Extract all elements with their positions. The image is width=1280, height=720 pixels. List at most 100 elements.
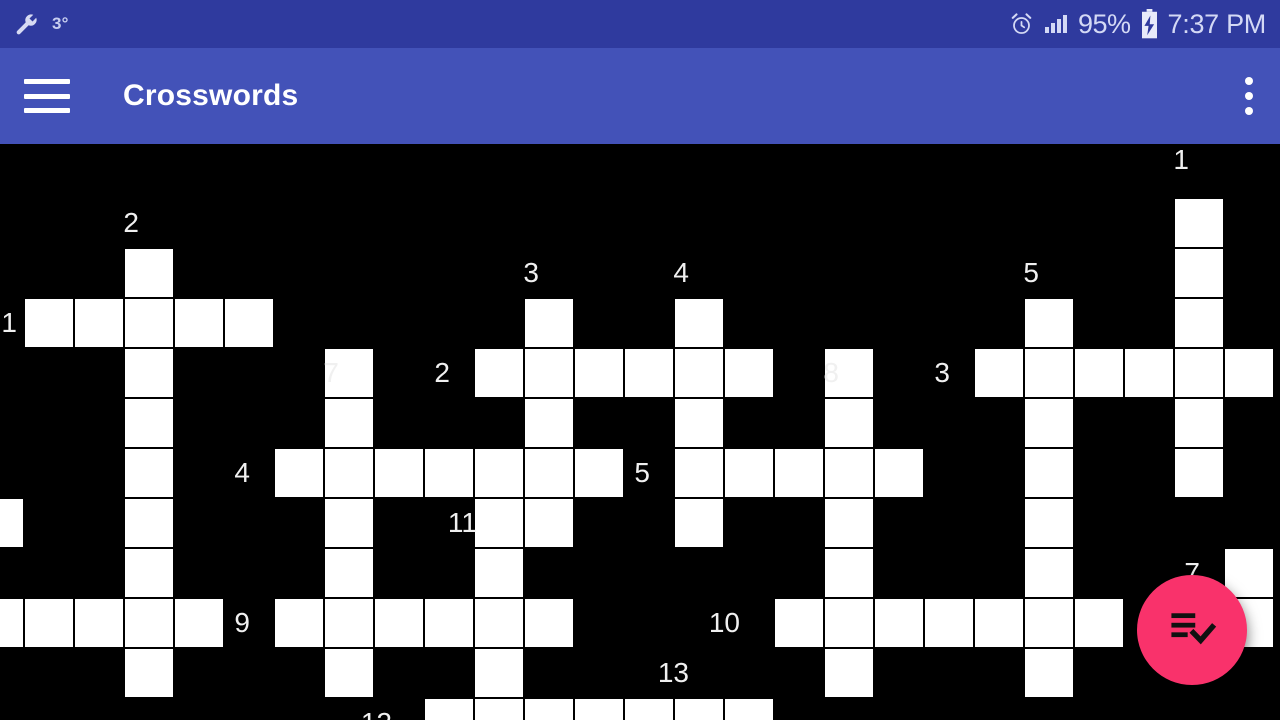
grid-cell[interactable] xyxy=(1174,298,1224,348)
grid-cell[interactable] xyxy=(0,598,24,648)
grid-cell[interactable] xyxy=(824,448,874,498)
grid-cell[interactable] xyxy=(674,398,724,448)
grid-cell[interactable] xyxy=(824,648,874,698)
page-title: Crosswords xyxy=(123,79,299,112)
check-puzzle-fab[interactable] xyxy=(1137,575,1247,685)
grid-cell[interactable] xyxy=(1024,298,1074,348)
grid-cell[interactable] xyxy=(324,448,374,498)
grid-cell[interactable] xyxy=(474,598,524,648)
grid-cell[interactable] xyxy=(524,698,574,720)
grid-cell[interactable] xyxy=(324,548,374,598)
grid-cell[interactable] xyxy=(524,598,574,648)
grid-cell[interactable] xyxy=(24,298,74,348)
grid-cell[interactable] xyxy=(124,448,174,498)
grid-cell[interactable] xyxy=(474,498,524,548)
grid-cell[interactable] xyxy=(524,348,574,398)
grid-cell[interactable] xyxy=(124,298,174,348)
grid-cell[interactable] xyxy=(374,598,424,648)
grid-cell[interactable] xyxy=(1074,598,1124,648)
battery-percent-text: 95% xyxy=(1078,8,1131,39)
grid-cell[interactable] xyxy=(574,348,624,398)
grid-cell[interactable] xyxy=(374,448,424,498)
grid-cell[interactable] xyxy=(674,698,724,720)
grid-cell[interactable] xyxy=(124,498,174,548)
grid-cell[interactable] xyxy=(124,248,174,298)
grid-cell[interactable] xyxy=(524,298,574,348)
grid-cell[interactable] xyxy=(1024,648,1074,698)
grid-cell[interactable] xyxy=(124,598,174,648)
grid-cell[interactable] xyxy=(674,498,724,548)
grid-cell[interactable] xyxy=(1024,598,1074,648)
grid-cell[interactable] xyxy=(1174,248,1224,298)
grid-cell[interactable] xyxy=(824,548,874,598)
clue-number: 4 xyxy=(234,457,250,488)
grid-cell[interactable] xyxy=(624,698,674,720)
grid-cell[interactable] xyxy=(474,648,524,698)
hamburger-menu-icon[interactable] xyxy=(24,79,70,113)
grid-cell[interactable] xyxy=(674,448,724,498)
grid-cell[interactable] xyxy=(174,298,224,348)
grid-cell[interactable] xyxy=(1174,398,1224,448)
grid-cell[interactable] xyxy=(874,598,924,648)
grid-cell[interactable] xyxy=(1224,548,1274,598)
grid-cell[interactable] xyxy=(1174,348,1224,398)
clue-number: 5 xyxy=(1023,257,1039,288)
grid-cell[interactable] xyxy=(774,598,824,648)
grid-cell[interactable] xyxy=(124,648,174,698)
grid-cell[interactable] xyxy=(474,348,524,398)
grid-cell[interactable] xyxy=(474,698,524,720)
grid-cell[interactable] xyxy=(1024,348,1074,398)
grid-cell[interactable] xyxy=(474,448,524,498)
grid-cell[interactable] xyxy=(824,498,874,548)
grid-cell[interactable] xyxy=(424,598,474,648)
grid-cell[interactable] xyxy=(1074,348,1124,398)
grid-cell[interactable] xyxy=(724,448,774,498)
grid-cell[interactable] xyxy=(124,398,174,448)
overflow-dot-2 xyxy=(1245,92,1253,100)
grid-cell[interactable] xyxy=(974,348,1024,398)
grid-cell[interactable] xyxy=(724,348,774,398)
grid-cell[interactable] xyxy=(24,598,74,648)
grid-cell[interactable] xyxy=(824,398,874,448)
grid-cell[interactable] xyxy=(1024,448,1074,498)
grid-cell[interactable] xyxy=(874,448,924,498)
grid-cell[interactable] xyxy=(274,598,324,648)
grid-cell[interactable] xyxy=(1174,448,1224,498)
grid-cell[interactable] xyxy=(224,298,274,348)
grid-cell[interactable] xyxy=(824,598,874,648)
grid-cell[interactable] xyxy=(424,448,474,498)
grid-cell[interactable] xyxy=(924,598,974,648)
grid-cell[interactable] xyxy=(0,498,24,548)
grid-cell[interactable] xyxy=(524,448,574,498)
more-vertical-icon[interactable] xyxy=(1245,77,1256,115)
grid-cell[interactable] xyxy=(474,548,524,598)
grid-cell[interactable] xyxy=(424,698,474,720)
grid-cell[interactable] xyxy=(1174,198,1224,248)
grid-cell[interactable] xyxy=(674,348,724,398)
grid-cell[interactable] xyxy=(74,598,124,648)
grid-cell[interactable] xyxy=(74,298,124,348)
clue-number: 4 xyxy=(673,257,689,288)
grid-cell[interactable] xyxy=(974,598,1024,648)
grid-cell[interactable] xyxy=(674,298,724,348)
grid-cell[interactable] xyxy=(524,398,574,448)
grid-cell[interactable] xyxy=(324,598,374,648)
grid-cell[interactable] xyxy=(124,348,174,398)
grid-cell[interactable] xyxy=(324,648,374,698)
grid-cell[interactable] xyxy=(1024,398,1074,448)
grid-cell[interactable] xyxy=(624,348,674,398)
grid-cell[interactable] xyxy=(1024,548,1074,598)
crossword-grid[interactable]: 1234517283451179101312 xyxy=(0,144,1280,720)
grid-cell[interactable] xyxy=(324,398,374,448)
grid-cell[interactable] xyxy=(574,698,624,720)
grid-cell[interactable] xyxy=(324,498,374,548)
grid-cell[interactable] xyxy=(774,448,824,498)
grid-cell[interactable] xyxy=(274,448,324,498)
grid-cell[interactable] xyxy=(1224,348,1274,398)
grid-cell[interactable] xyxy=(724,698,774,720)
grid-cell[interactable] xyxy=(524,498,574,548)
grid-cell[interactable] xyxy=(1024,498,1074,548)
grid-cell[interactable] xyxy=(1124,348,1174,398)
clue-number: 5 xyxy=(634,457,650,488)
grid-cell[interactable] xyxy=(124,548,174,598)
